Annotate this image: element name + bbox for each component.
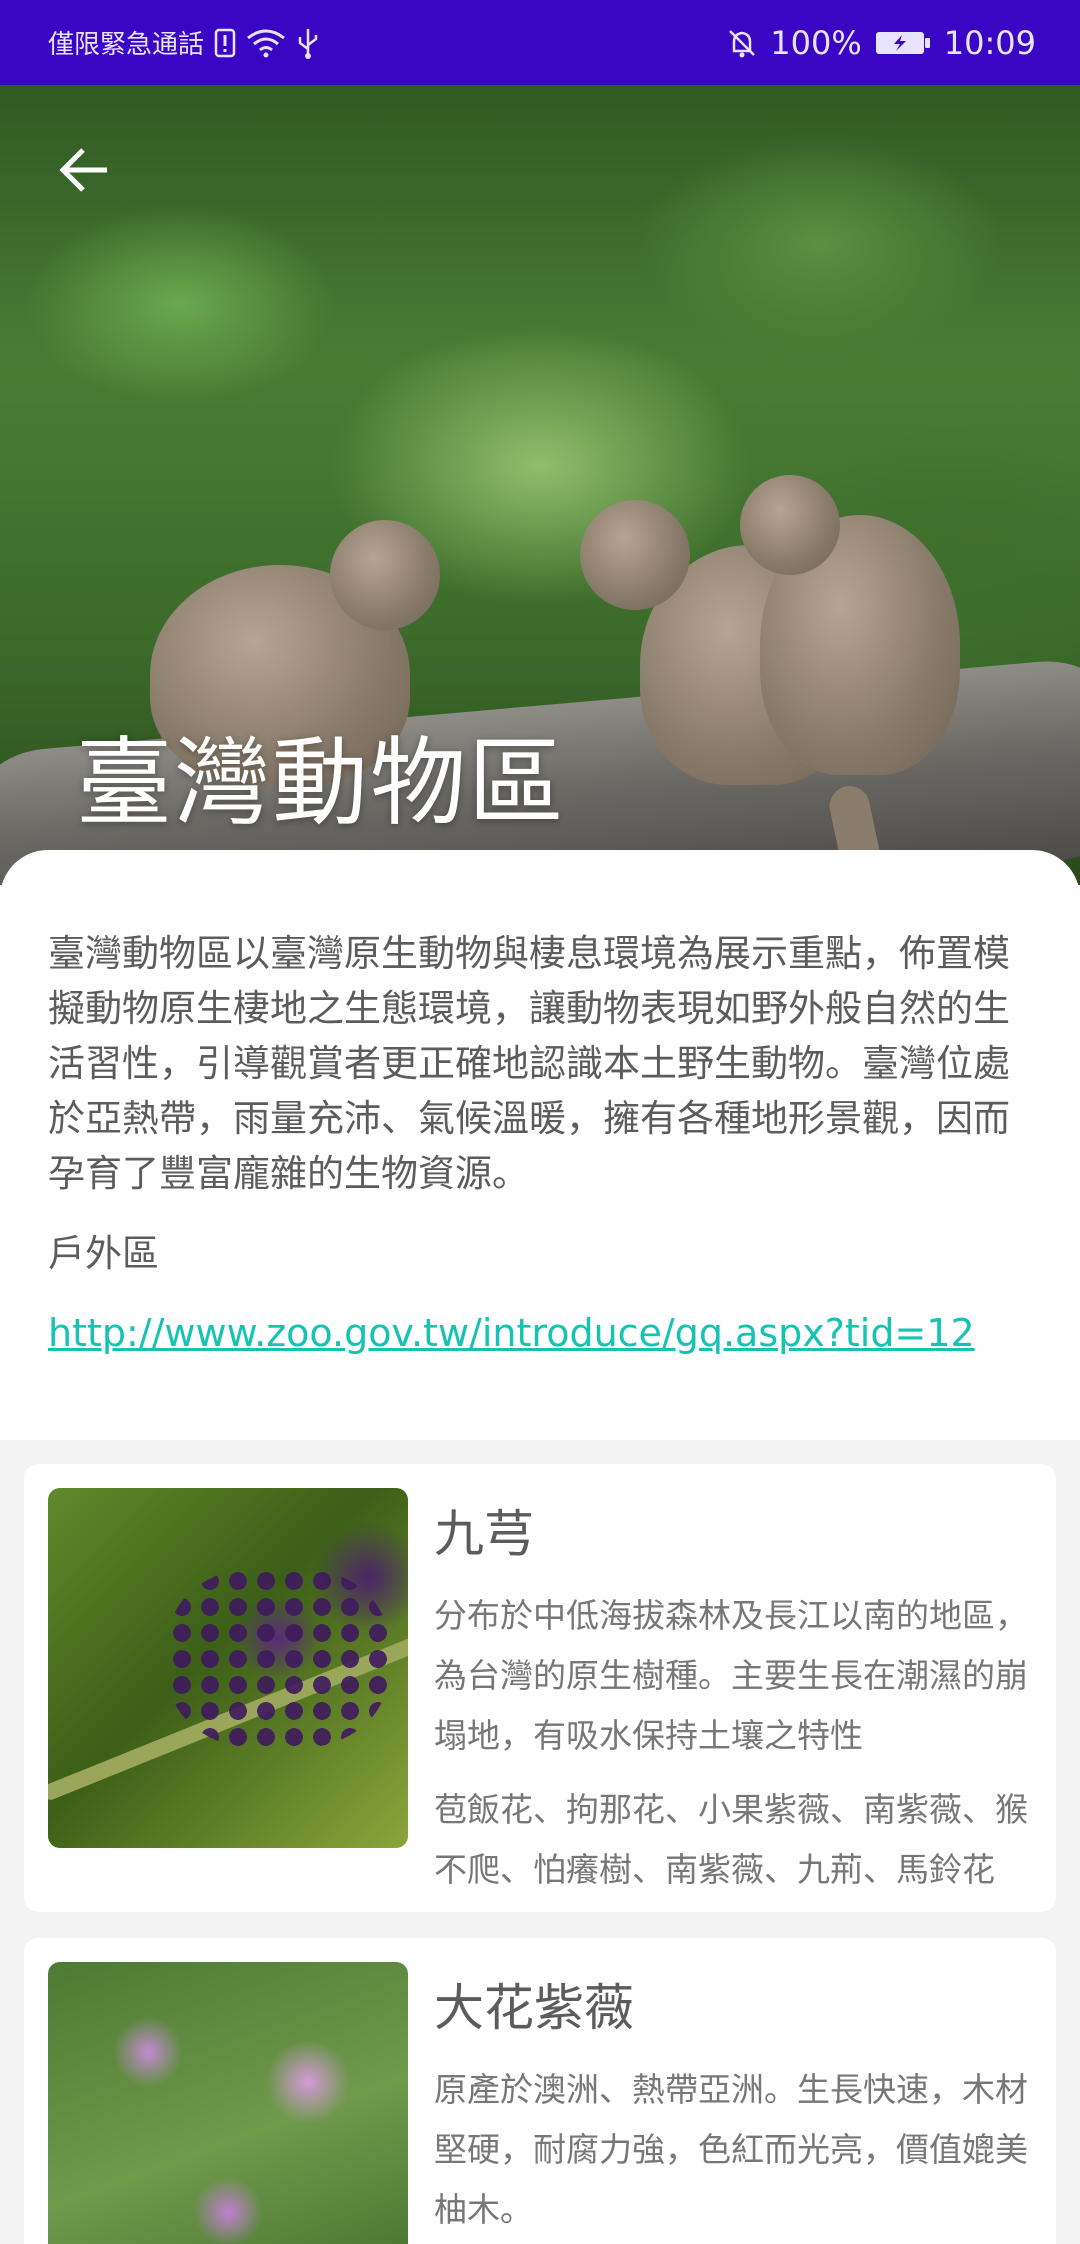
list-item[interactable]: 九芎 分布於中低海拔森林及長江以南的地區，為台灣的原生樹種。主要生長在潮濕的崩塌… [24,1464,1056,1912]
clock-time: 10:09 [943,23,1036,62]
carrier-text: 僅限緊急通話 [48,30,205,60]
plant-name: 大花紫薇 [434,1979,634,2037]
plant-list: 九芎 分布於中低海拔森林及長江以南的地區，為台灣的原生樹種。主要生長在潮濕的崩塌… [0,1440,1080,2244]
status-right: 100% 10:09 [726,24,1036,62]
info-card: 臺灣動物區以臺灣原生動物與棲息環境為展示重點，佈置模擬動物原生棲地之生態環境，讓… [0,850,1080,1440]
list-item[interactable]: 大花紫薇 原產於澳洲、熱帶亞洲。生長快速，木材堅硬，耐腐力強，色紅而光亮，價值媲… [24,1938,1056,2244]
plant-aliases: 苞飯花、拘那花、小果紫薇、南紫薇、猴不爬、怕癢樹、南紫薇、九荊、馬鈴花 [434,1790,1028,1888]
plant-description: 分布於中低海拔森林及長江以南的地區，為台灣的原生樹種。主要生長在潮濕的崩塌地，有… [434,1596,1028,1755]
monkey-head-shape [580,500,690,610]
wifi-icon [246,28,286,58]
plant-text: 九芎 分布於中低海拔森林及長江以南的地區，為台灣的原生樹種。主要生長在潮濕的崩塌… [408,1488,1032,1888]
arrow-left-icon [59,148,107,192]
bell-off-icon [726,27,758,59]
page-title: 臺灣動物區 [76,730,566,837]
plant-thumbnail [48,1488,408,1848]
status-left: 僅限緊急通話 [48,24,726,61]
plant-name: 九芎 [434,1505,534,1563]
back-button[interactable] [50,135,120,205]
plant-text: 大花紫薇 原產於澳洲、熱帶亞洲。生長快速，木材堅硬，耐腐力強，色紅而光亮，價值媲… [408,1962,1032,2244]
battery-charging-icon [874,29,932,57]
battery-percent: 100% [770,23,862,62]
area-type: 戶外區 [48,1232,159,1275]
monkey-head-shape [740,475,840,575]
berries-shape [168,1568,388,1748]
monkey-head-shape [330,520,440,630]
sim-alert-icon [214,28,236,58]
area-link[interactable]: http://www.zoo.gov.tw/introduce/gq.aspx?… [48,1311,1032,1355]
plant-description: 原產於澳洲、熱帶亞洲。生長快速，木材堅硬，耐腐力強，色紅而光亮，價值媲美柚木。 [434,2070,1028,2229]
plant-thumbnail [48,1962,408,2244]
usb-icon [296,27,320,59]
status-bar: 僅限緊急通話 100% 10:09 [0,0,1080,85]
area-description: 臺灣動物區以臺灣原生動物與棲息環境為展示重點，佈置模擬動物原生棲地之生態環境，讓… [48,932,1010,1195]
